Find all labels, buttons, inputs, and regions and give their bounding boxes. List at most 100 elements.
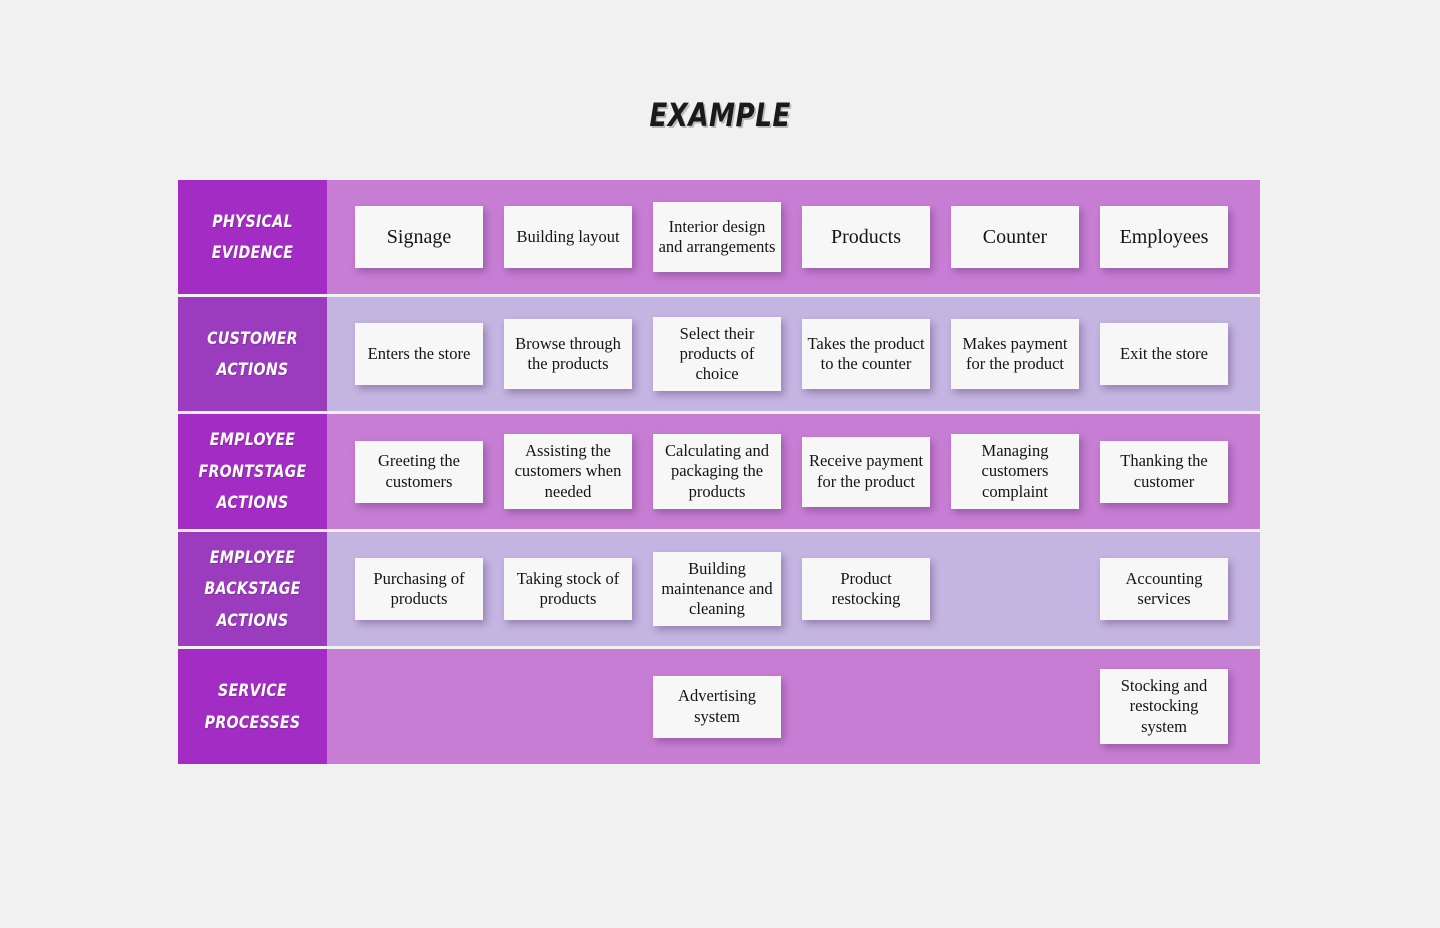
row-label-service-processes: SERVICE PROCESSES <box>178 649 327 764</box>
blueprint-cell: Thanking the customer <box>1100 414 1228 529</box>
blueprint-cell: Products <box>802 180 930 294</box>
blueprint-card[interactable]: Takes the product to the counter <box>802 319 930 389</box>
blueprint-card-label: Accounting services <box>1125 568 1203 608</box>
blueprint-card[interactable]: Accounting services <box>1100 558 1228 620</box>
blueprint-cell-empty <box>951 532 1079 646</box>
blueprint-cell-empty <box>355 649 483 764</box>
blueprint-row-employee-frontstage-actions: EMPLOYEE FRONTSTAGE ACTIONS Greeting the … <box>178 414 1260 529</box>
blueprint-card[interactable]: Advertising system <box>653 675 781 738</box>
blueprint-cell: Takes the product to the counter <box>802 297 930 411</box>
blueprint-card[interactable]: Taking stock of products <box>504 558 632 620</box>
row-cells-service-processes: Advertising system Stocking and restockin… <box>327 649 1260 764</box>
blueprint-card[interactable]: Browse through the products <box>504 319 632 389</box>
blueprint-cell: Advertising system <box>653 649 781 764</box>
blueprint-card[interactable]: Building layout <box>504 206 632 268</box>
blueprint-card-label: Enters the store <box>367 343 471 363</box>
blueprint-card-label: Counter <box>982 225 1048 248</box>
blueprint-cell: Receive payment for the product <box>802 414 930 529</box>
blueprint-cell: Enters the store <box>355 297 483 411</box>
row-label-text: EMPLOYEE FRONTSTAGE ACTIONS <box>198 430 307 513</box>
blueprint-card-label: Takes the product to the counter <box>807 333 925 373</box>
blueprint-card-label: Interior design and arrangements <box>658 216 776 256</box>
blueprint-card-label: Exit the store <box>1120 343 1208 363</box>
blueprint-card-label: Signage <box>386 225 452 248</box>
row-label-text: PHYSICAL EVIDENCE <box>211 211 294 262</box>
blueprint-card-label: Products <box>831 225 901 248</box>
blueprint-card-label: Makes payment for the product <box>962 333 1068 373</box>
blueprint-row-customer-actions: CUSTOMER ACTIONS Enters the store Browse t… <box>178 297 1260 411</box>
blueprint-card[interactable]: Receive payment for the product <box>802 436 930 507</box>
blueprint-card[interactable]: Products <box>802 206 930 268</box>
blueprint-cell: Browse through the products <box>504 297 632 411</box>
blueprint-card[interactable]: Employees <box>1100 206 1228 268</box>
blueprint-row-employee-backstage-actions: EMPLOYEE BACKSTAGE ACTIONS Purchasing of … <box>178 532 1260 646</box>
blueprint-row-service-processes: SERVICE PROCESSES Advertising system Stock… <box>178 649 1260 764</box>
blueprint-card[interactable]: Managing customers complaint <box>951 434 1079 509</box>
row-cells-physical-evidence: Signage Building layout Interior design an… <box>327 180 1260 294</box>
blueprint-cell: Assisting the customers when needed <box>504 414 632 529</box>
blueprint-card[interactable]: Greeting the customers <box>355 440 483 503</box>
blueprint-card[interactable]: Purchasing of products <box>355 558 483 620</box>
blueprint-cell: Signage <box>355 180 483 294</box>
blueprint-card[interactable]: Assisting the customers when needed <box>504 434 632 509</box>
blueprint-cell-empty <box>802 649 930 764</box>
blueprint-cell: Interior design and arrangements <box>653 180 781 294</box>
blueprint-card[interactable]: Exit the store <box>1100 323 1228 385</box>
row-label-text: EMPLOYEE BACKSTAGE ACTIONS <box>204 547 301 630</box>
service-blueprint-table: PHYSICAL EVIDENCE Signage Building layout I… <box>178 180 1260 764</box>
blueprint-cell: Employees <box>1100 180 1228 294</box>
blueprint-card-label: Product restocking <box>831 568 901 608</box>
row-label-physical-evidence: PHYSICAL EVIDENCE <box>178 180 327 294</box>
blueprint-cell: Greeting the customers <box>355 414 483 529</box>
blueprint-cell-empty <box>504 649 632 764</box>
blueprint-card[interactable]: Enters the store <box>355 323 483 385</box>
blueprint-cell: Taking stock of products <box>504 532 632 646</box>
blueprint-card-label: Thanking the customer <box>1120 451 1208 491</box>
blueprint-card-label: Employees <box>1119 225 1209 248</box>
blueprint-canvas: EXAMPLE PHYSICAL EVIDENCE Signage Building… <box>0 0 1440 928</box>
blueprint-card[interactable]: Interior design and arrangements <box>653 202 781 272</box>
blueprint-cell: Product restocking <box>802 532 930 646</box>
blueprint-card-label: Building maintenance and cleaning <box>661 558 773 619</box>
blueprint-cell: Calculating and packaging the products <box>653 414 781 529</box>
blueprint-cell: Counter <box>951 180 1079 294</box>
blueprint-card[interactable]: Calculating and packaging the products <box>653 434 781 509</box>
blueprint-card[interactable]: Counter <box>951 206 1079 268</box>
blueprint-card-label: Greeting the customers <box>377 451 460 491</box>
blueprint-cell: Makes payment for the product <box>951 297 1079 411</box>
blueprint-card-label: Browse through the products <box>515 333 621 373</box>
blueprint-card-label: Managing customers complaint <box>981 441 1049 501</box>
blueprint-card-label: Purchasing of products <box>373 568 465 608</box>
blueprint-cell: Managing customers complaint <box>951 414 1079 529</box>
blueprint-cell: Building layout <box>504 180 632 294</box>
blueprint-card-label: Taking stock of products <box>516 568 620 608</box>
blueprint-cell: Exit the store <box>1100 297 1228 411</box>
row-label-text: CUSTOMER ACTIONS <box>207 328 298 379</box>
blueprint-card[interactable]: Stocking and restocking system <box>1100 669 1228 744</box>
blueprint-card-label: Select their products of choice <box>679 323 755 384</box>
blueprint-card[interactable]: Product restocking <box>802 558 930 620</box>
blueprint-card-label: Stocking and restocking system <box>1120 676 1208 736</box>
blueprint-card-label: Advertising system <box>678 686 756 726</box>
row-cells-employee-backstage-actions: Purchasing of products Taking stock of pr… <box>327 532 1260 646</box>
blueprint-card[interactable]: Building maintenance and cleaning <box>653 551 781 627</box>
blueprint-card[interactable]: Thanking the customer <box>1100 440 1228 503</box>
row-label-employee-frontstage-actions: EMPLOYEE FRONTSTAGE ACTIONS <box>178 414 327 529</box>
blueprint-card-label: Building layout <box>516 226 620 246</box>
blueprint-row-physical-evidence: PHYSICAL EVIDENCE Signage Building layout I… <box>178 180 1260 294</box>
blueprint-cell-empty <box>951 649 1079 764</box>
blueprint-card-label: Calculating and packaging the products <box>664 441 769 501</box>
row-label-employee-backstage-actions: EMPLOYEE BACKSTAGE ACTIONS <box>178 532 327 646</box>
row-cells-customer-actions: Enters the store Browse through the produ… <box>327 297 1260 411</box>
blueprint-cell: Select their products of choice <box>653 297 781 411</box>
blueprint-cell: Building maintenance and cleaning <box>653 532 781 646</box>
blueprint-card[interactable]: Select their products of choice <box>653 316 781 392</box>
blueprint-cell: Accounting services <box>1100 532 1228 646</box>
row-label-text: SERVICE PROCESSES <box>204 681 301 732</box>
blueprint-cell: Stocking and restocking system <box>1100 649 1228 764</box>
blueprint-card[interactable]: Makes payment for the product <box>951 319 1079 389</box>
row-label-customer-actions: CUSTOMER ACTIONS <box>178 297 327 411</box>
row-cells-employee-frontstage-actions: Greeting the customers Assisting the cust… <box>327 414 1260 529</box>
blueprint-card-label: Receive payment for the product <box>808 451 924 491</box>
blueprint-card[interactable]: Signage <box>355 206 483 268</box>
